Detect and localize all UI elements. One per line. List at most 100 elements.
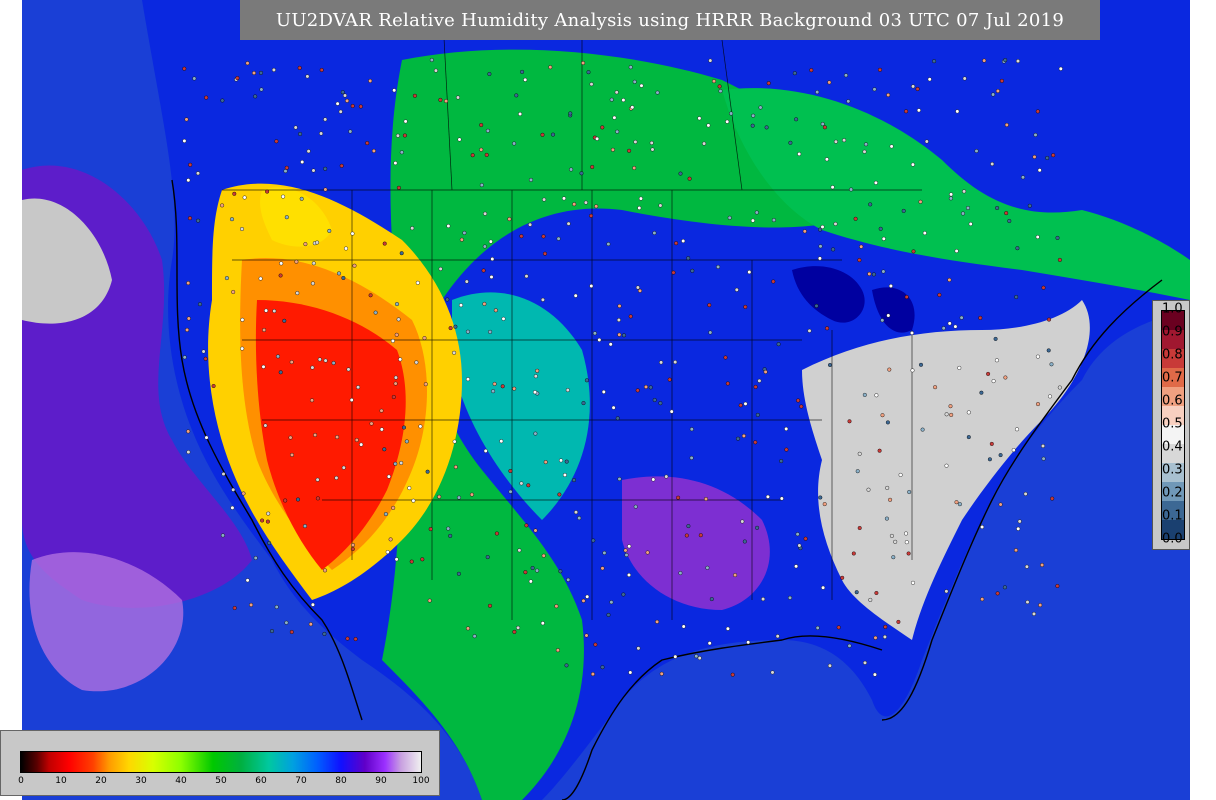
- observation-marker: [297, 65, 302, 70]
- observation-marker: [954, 500, 959, 505]
- observation-marker: [245, 578, 250, 583]
- observation-marker: [543, 251, 548, 256]
- observation-marker: [855, 469, 860, 474]
- observation-marker: [998, 453, 1003, 458]
- observation-marker: [594, 204, 599, 209]
- observation-marker: [676, 495, 681, 500]
- observation-marker: [533, 374, 538, 379]
- observation-marker: [305, 74, 310, 79]
- observation-marker: [386, 474, 391, 479]
- observation-marker: [559, 458, 564, 463]
- observation-marker: [888, 284, 893, 289]
- observation-marker: [446, 526, 451, 531]
- observation-marker: [904, 295, 909, 300]
- observation-marker: [411, 498, 416, 503]
- observation-marker: [465, 329, 470, 334]
- observation-marker: [337, 271, 342, 276]
- observation-marker: [750, 218, 755, 223]
- observation-marker: [359, 442, 364, 447]
- observation-marker: [523, 77, 528, 82]
- observation-marker: [542, 197, 547, 202]
- observation-marker: [182, 66, 187, 71]
- observation-marker: [393, 381, 398, 386]
- observation-marker: [614, 90, 619, 95]
- observation-marker: [187, 216, 192, 221]
- observation-marker: [335, 101, 340, 106]
- observation-marker: [794, 564, 799, 569]
- observation-marker: [584, 633, 589, 638]
- observation-marker: [597, 337, 602, 342]
- observation-marker: [1041, 285, 1046, 290]
- observation-marker: [818, 244, 823, 249]
- observation-marker: [736, 436, 741, 441]
- observation-marker: [260, 518, 265, 523]
- observation-marker: [624, 553, 629, 558]
- observation-marker: [771, 218, 776, 223]
- observation-marker: [1007, 218, 1012, 223]
- observation-marker: [776, 342, 781, 347]
- observation-marker: [667, 377, 672, 382]
- observation-marker: [352, 263, 357, 268]
- observation-marker: [853, 216, 858, 221]
- observation-marker: [311, 261, 316, 266]
- observation-marker: [464, 279, 469, 284]
- observation-marker: [590, 164, 595, 169]
- observation-marker: [944, 412, 949, 417]
- observation-marker: [394, 332, 399, 337]
- observation-marker: [317, 357, 322, 362]
- observation-marker: [844, 73, 849, 78]
- increment-tick-label: 0.1: [1162, 508, 1183, 524]
- observation-marker: [862, 392, 867, 397]
- observation-marker: [655, 90, 660, 95]
- observation-marker: [650, 147, 655, 152]
- observation-marker: [186, 429, 191, 434]
- observation-marker: [628, 670, 633, 675]
- observation-marker: [350, 103, 355, 108]
- observation-marker: [637, 205, 642, 210]
- map-title: UU2DVAR Relative Humidity Analysis using…: [240, 0, 1100, 40]
- observation-marker: [334, 475, 339, 480]
- observation-marker: [407, 486, 412, 491]
- observation-marker: [394, 557, 399, 562]
- observation-marker: [393, 461, 398, 466]
- observation-marker: [847, 643, 852, 648]
- observation-marker: [615, 129, 620, 134]
- observation-marker: [453, 324, 458, 329]
- observation-marker: [704, 497, 709, 502]
- observation-marker: [627, 544, 632, 549]
- observation-marker: [901, 208, 906, 213]
- observation-marker: [961, 211, 966, 216]
- observation-marker: [817, 256, 822, 261]
- rh-tick-label: 0: [18, 776, 24, 786]
- rh-tick-label: 10: [55, 776, 67, 786]
- observation-marker: [1050, 496, 1055, 501]
- observation-marker: [764, 125, 769, 130]
- observation-marker: [459, 303, 464, 308]
- observation-marker: [601, 389, 606, 394]
- observation-marker: [385, 550, 390, 555]
- observation-marker: [566, 221, 571, 226]
- observation-marker: [734, 287, 739, 292]
- rh-tick-label: 50: [215, 776, 227, 786]
- observation-marker: [533, 528, 538, 533]
- observation-marker: [893, 539, 898, 544]
- observation-marker: [315, 477, 320, 482]
- observation-marker: [779, 496, 784, 501]
- observation-marker: [980, 525, 985, 530]
- observation-marker: [792, 71, 797, 76]
- observation-marker: [249, 602, 254, 607]
- observation-marker: [512, 141, 517, 146]
- observation-marker: [995, 88, 1000, 93]
- observation-marker: [351, 543, 356, 548]
- increment-tick-label: 0.2: [1162, 485, 1183, 501]
- observation-marker: [896, 619, 901, 624]
- observation-marker: [635, 285, 640, 290]
- observation-marker: [315, 496, 320, 501]
- observation-marker: [466, 626, 471, 631]
- observation-marker: [310, 602, 315, 607]
- observation-marker: [289, 360, 294, 365]
- observation-marker: [1015, 427, 1020, 432]
- observation-marker: [904, 109, 909, 114]
- observation-marker: [948, 196, 953, 201]
- observation-marker: [589, 284, 594, 289]
